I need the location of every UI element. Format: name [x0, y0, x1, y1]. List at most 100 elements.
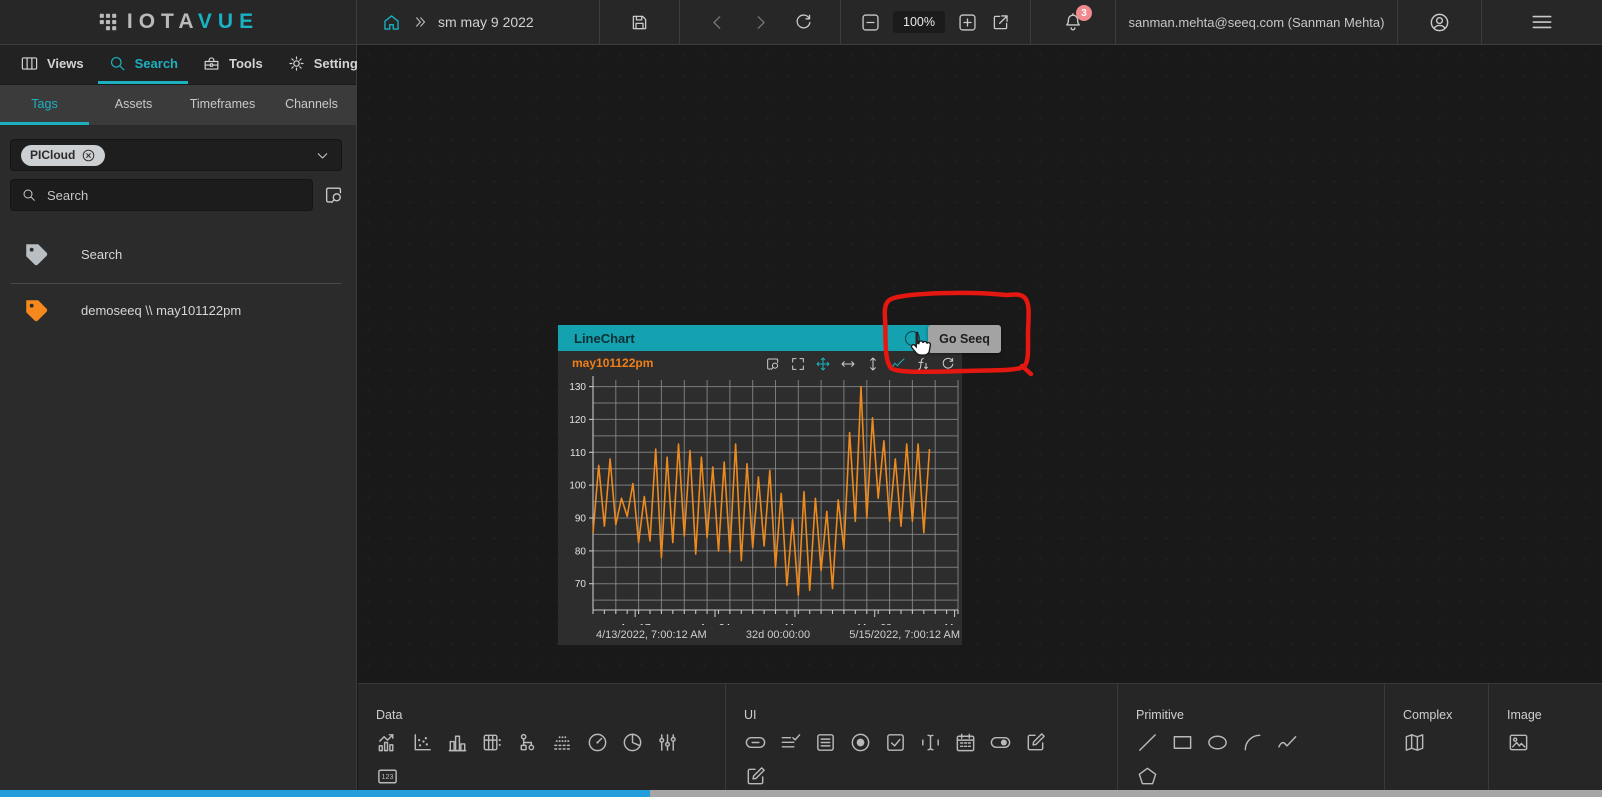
chart-trend-icon[interactable]: [376, 731, 399, 754]
double-chevron-icon: [411, 13, 429, 31]
nav-label: Search: [135, 56, 178, 71]
table-grid-icon[interactable]: [481, 731, 504, 754]
svg-text:110: 110: [570, 448, 586, 459]
refresh-icon[interactable]: [793, 12, 814, 33]
app-logo: IOTAVUE: [0, 0, 357, 44]
list-item-demoseeq[interactable]: demoseeq \\ may101122pm: [0, 284, 357, 336]
breadcrumb: sm may 9 2022: [357, 0, 600, 44]
rectangle-icon[interactable]: [1171, 731, 1194, 754]
account-icon[interactable]: [1428, 11, 1451, 34]
datasource-select[interactable]: PICloud: [10, 139, 342, 171]
inspect-icon[interactable]: [765, 356, 781, 372]
history-nav: [680, 0, 841, 44]
ellipse-icon[interactable]: [1206, 731, 1229, 754]
section-label: UI: [744, 708, 1117, 722]
forward-icon[interactable]: [750, 12, 771, 33]
tab-timeframes[interactable]: Timeframes: [178, 85, 267, 125]
back-icon[interactable]: [707, 12, 728, 33]
pentagon-icon[interactable]: [1136, 765, 1159, 788]
time-range-footer: 4/13/2022, 7:00:12 AM 32d 00:00:00 5/15/…: [558, 629, 962, 641]
tab-assets[interactable]: Assets: [89, 85, 178, 125]
range-start: 4/13/2022, 7:00:12 AM: [596, 629, 707, 641]
pie-chart-icon[interactable]: [621, 731, 644, 754]
search-row: [10, 179, 350, 211]
h-arrows-icon[interactable]: [840, 356, 856, 372]
toggle-icon[interactable]: [989, 731, 1012, 754]
mouse-cursor-hand: [903, 329, 933, 359]
zoom-level[interactable]: 100%: [893, 11, 945, 33]
palette-section-complex: Complex: [1385, 684, 1489, 790]
dashboard-title[interactable]: sm may 9 2022: [438, 14, 534, 30]
go-seeq-button[interactable]: Go Seeq: [928, 325, 1001, 353]
zoom-out-icon[interactable]: [860, 12, 881, 33]
range-end: 5/15/2022, 7:00:12 AM: [849, 629, 960, 641]
svg-text:May 08: May 08: [857, 622, 892, 625]
user-email[interactable]: sanman.mehta@seeq.com (Sanman Mehta): [1129, 15, 1385, 30]
search-icon: [108, 54, 127, 73]
button-icon[interactable]: [744, 731, 767, 754]
filter-chip: PICloud: [21, 145, 105, 166]
list-item-search[interactable]: Search: [0, 228, 357, 280]
scrollbar-thumb[interactable]: [0, 790, 650, 797]
map-icon[interactable]: [1403, 731, 1426, 754]
move-icon[interactable]: [815, 356, 831, 372]
edit-icon[interactable]: [1024, 731, 1047, 754]
home-icon[interactable]: [381, 12, 402, 33]
hamburger-menu-icon[interactable]: [1529, 9, 1555, 35]
open-external-icon[interactable]: [990, 12, 1011, 33]
edit-icon[interactable]: [744, 765, 767, 788]
palette-section-primitive: Primitive: [1118, 684, 1385, 790]
heatmap-icon[interactable]: [551, 731, 574, 754]
arc-icon[interactable]: [1241, 731, 1264, 754]
radio-icon[interactable]: [849, 731, 872, 754]
line-chart[interactable]: 708090100110120130Apr 17Apr 24MayMay 08M…: [558, 375, 962, 625]
gauge-icon[interactable]: [586, 731, 609, 754]
calendar-icon[interactable]: [954, 731, 977, 754]
multiselect-icon[interactable]: [779, 731, 802, 754]
logo-text: IOTAVUE: [127, 10, 259, 34]
nav-item-tools[interactable]: Tools: [192, 45, 273, 84]
tab-channels[interactable]: Channels: [267, 85, 356, 125]
nav-label: Tools: [229, 56, 263, 71]
section-label: Image: [1507, 708, 1602, 722]
checkbox-icon[interactable]: [884, 731, 907, 754]
zoom-in-icon[interactable]: [957, 12, 978, 33]
tag-icon: [22, 296, 51, 325]
section-label: Data: [376, 708, 725, 722]
svg-text:100: 100: [569, 481, 586, 492]
saved-search-icon[interactable]: [323, 184, 345, 206]
svg-text:120: 120: [569, 415, 586, 426]
menu-cell: [1482, 0, 1602, 44]
v-arrows-icon[interactable]: [865, 356, 881, 372]
notifications-button[interactable]: 3: [1062, 11, 1084, 33]
sidebar-subtabs: Tags Assets Timeframes Channels: [0, 85, 356, 125]
tag-icon: [22, 240, 51, 269]
svg-text:May: May: [785, 622, 806, 625]
numbers-icon[interactable]: 123: [376, 765, 399, 788]
save-icon[interactable]: [629, 12, 650, 33]
scatter-plot-icon[interactable]: [411, 731, 434, 754]
tab-tags[interactable]: Tags: [0, 85, 89, 125]
image-icon[interactable]: [1507, 731, 1530, 754]
sidebar: Views Search Tools Settings Tags Assets …: [0, 45, 357, 797]
linechart-widget[interactable]: LineChart may101122pm 708090100110120130…: [558, 325, 962, 645]
sliders-icon[interactable]: [656, 731, 679, 754]
search-input[interactable]: [47, 188, 277, 203]
nav-item-search[interactable]: Search: [98, 45, 188, 84]
line-icon[interactable]: [1136, 731, 1159, 754]
fullscreen-icon[interactable]: [790, 356, 806, 372]
list-item-label: demoseeq \\ may101122pm: [81, 303, 241, 318]
svg-text:80: 80: [575, 546, 587, 557]
input-cursor-icon[interactable]: [919, 731, 942, 754]
svg-text:70: 70: [575, 579, 587, 590]
chip-remove-icon[interactable]: [81, 148, 96, 163]
horizontal-scrollbar[interactable]: [0, 790, 1602, 797]
bar-chart-icon[interactable]: [446, 731, 469, 754]
widget-titlebar[interactable]: LineChart: [558, 325, 962, 351]
reset-icon[interactable]: [940, 356, 956, 372]
dashboard-canvas[interactable]: LineChart may101122pm 708090100110120130…: [358, 45, 1602, 683]
list-icon[interactable]: [814, 731, 837, 754]
hierarchy-icon[interactable]: [516, 731, 539, 754]
polyline-icon[interactable]: [1276, 731, 1299, 754]
nav-item-views[interactable]: Views: [10, 45, 94, 84]
